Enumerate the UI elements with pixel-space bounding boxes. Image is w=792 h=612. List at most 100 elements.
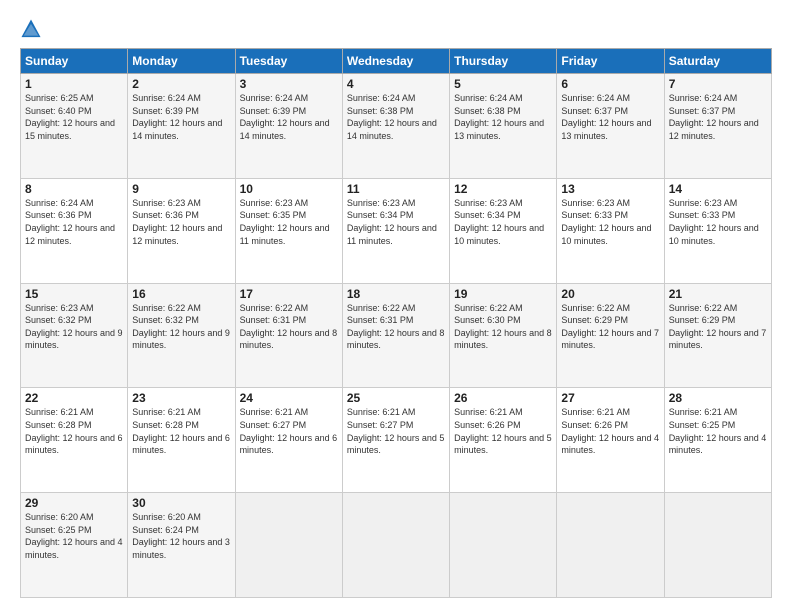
day-info: Sunrise: 6:21 AMSunset: 6:25 PMDaylight:… [669, 406, 767, 456]
weekday-header-saturday: Saturday [664, 49, 771, 74]
day-number: 17 [240, 287, 338, 301]
day-info: Sunrise: 6:25 AMSunset: 6:40 PMDaylight:… [25, 92, 123, 142]
day-info: Sunrise: 6:24 AMSunset: 6:38 PMDaylight:… [454, 92, 552, 142]
logo-icon [20, 18, 42, 40]
calendar-cell: 19Sunrise: 6:22 AMSunset: 6:30 PMDayligh… [450, 283, 557, 388]
day-info: Sunrise: 6:22 AMSunset: 6:31 PMDaylight:… [240, 302, 338, 352]
calendar-cell: 4Sunrise: 6:24 AMSunset: 6:38 PMDaylight… [342, 74, 449, 179]
day-number: 21 [669, 287, 767, 301]
calendar-cell: 18Sunrise: 6:22 AMSunset: 6:31 PMDayligh… [342, 283, 449, 388]
day-info: Sunrise: 6:20 AMSunset: 6:25 PMDaylight:… [25, 511, 123, 561]
day-number: 13 [561, 182, 659, 196]
day-info: Sunrise: 6:24 AMSunset: 6:37 PMDaylight:… [561, 92, 659, 142]
day-number: 24 [240, 391, 338, 405]
calendar-week-1: 1Sunrise: 6:25 AMSunset: 6:40 PMDaylight… [21, 74, 772, 179]
day-number: 22 [25, 391, 123, 405]
day-number: 12 [454, 182, 552, 196]
calendar-week-4: 22Sunrise: 6:21 AMSunset: 6:28 PMDayligh… [21, 388, 772, 493]
day-number: 2 [132, 77, 230, 91]
calendar-cell: 16Sunrise: 6:22 AMSunset: 6:32 PMDayligh… [128, 283, 235, 388]
day-info: Sunrise: 6:23 AMSunset: 6:35 PMDaylight:… [240, 197, 338, 247]
day-info: Sunrise: 6:24 AMSunset: 6:39 PMDaylight:… [240, 92, 338, 142]
day-number: 28 [669, 391, 767, 405]
calendar-cell: 6Sunrise: 6:24 AMSunset: 6:37 PMDaylight… [557, 74, 664, 179]
day-number: 19 [454, 287, 552, 301]
calendar-cell [235, 493, 342, 598]
calendar-cell: 8Sunrise: 6:24 AMSunset: 6:36 PMDaylight… [21, 178, 128, 283]
day-info: Sunrise: 6:21 AMSunset: 6:27 PMDaylight:… [240, 406, 338, 456]
day-info: Sunrise: 6:21 AMSunset: 6:28 PMDaylight:… [132, 406, 230, 456]
calendar-cell: 17Sunrise: 6:22 AMSunset: 6:31 PMDayligh… [235, 283, 342, 388]
calendar-cell: 10Sunrise: 6:23 AMSunset: 6:35 PMDayligh… [235, 178, 342, 283]
day-info: Sunrise: 6:23 AMSunset: 6:34 PMDaylight:… [454, 197, 552, 247]
logo [20, 18, 46, 40]
calendar-cell [664, 493, 771, 598]
day-info: Sunrise: 6:24 AMSunset: 6:36 PMDaylight:… [25, 197, 123, 247]
day-number: 20 [561, 287, 659, 301]
calendar-cell: 28Sunrise: 6:21 AMSunset: 6:25 PMDayligh… [664, 388, 771, 493]
day-number: 18 [347, 287, 445, 301]
day-info: Sunrise: 6:23 AMSunset: 6:33 PMDaylight:… [669, 197, 767, 247]
day-number: 11 [347, 182, 445, 196]
calendar-week-3: 15Sunrise: 6:23 AMSunset: 6:32 PMDayligh… [21, 283, 772, 388]
calendar-cell [450, 493, 557, 598]
day-number: 5 [454, 77, 552, 91]
calendar-week-2: 8Sunrise: 6:24 AMSunset: 6:36 PMDaylight… [21, 178, 772, 283]
calendar-week-5: 29Sunrise: 6:20 AMSunset: 6:25 PMDayligh… [21, 493, 772, 598]
day-number: 3 [240, 77, 338, 91]
calendar-cell: 26Sunrise: 6:21 AMSunset: 6:26 PMDayligh… [450, 388, 557, 493]
calendar-cell: 9Sunrise: 6:23 AMSunset: 6:36 PMDaylight… [128, 178, 235, 283]
calendar-cell [557, 493, 664, 598]
calendar-cell: 5Sunrise: 6:24 AMSunset: 6:38 PMDaylight… [450, 74, 557, 179]
day-number: 16 [132, 287, 230, 301]
calendar-page: SundayMondayTuesdayWednesdayThursdayFrid… [0, 0, 792, 612]
day-number: 10 [240, 182, 338, 196]
calendar-cell: 15Sunrise: 6:23 AMSunset: 6:32 PMDayligh… [21, 283, 128, 388]
calendar-cell: 21Sunrise: 6:22 AMSunset: 6:29 PMDayligh… [664, 283, 771, 388]
day-number: 25 [347, 391, 445, 405]
calendar-cell: 22Sunrise: 6:21 AMSunset: 6:28 PMDayligh… [21, 388, 128, 493]
weekday-header-sunday: Sunday [21, 49, 128, 74]
day-number: 30 [132, 496, 230, 510]
day-number: 14 [669, 182, 767, 196]
calendar-cell: 14Sunrise: 6:23 AMSunset: 6:33 PMDayligh… [664, 178, 771, 283]
calendar-cell: 11Sunrise: 6:23 AMSunset: 6:34 PMDayligh… [342, 178, 449, 283]
weekday-header-wednesday: Wednesday [342, 49, 449, 74]
day-number: 8 [25, 182, 123, 196]
calendar-cell: 24Sunrise: 6:21 AMSunset: 6:27 PMDayligh… [235, 388, 342, 493]
day-number: 4 [347, 77, 445, 91]
day-number: 26 [454, 391, 552, 405]
calendar-cell: 30Sunrise: 6:20 AMSunset: 6:24 PMDayligh… [128, 493, 235, 598]
day-info: Sunrise: 6:22 AMSunset: 6:29 PMDaylight:… [669, 302, 767, 352]
day-info: Sunrise: 6:21 AMSunset: 6:28 PMDaylight:… [25, 406, 123, 456]
weekday-header-thursday: Thursday [450, 49, 557, 74]
day-info: Sunrise: 6:22 AMSunset: 6:29 PMDaylight:… [561, 302, 659, 352]
calendar-cell [342, 493, 449, 598]
calendar-cell: 25Sunrise: 6:21 AMSunset: 6:27 PMDayligh… [342, 388, 449, 493]
day-number: 29 [25, 496, 123, 510]
day-number: 1 [25, 77, 123, 91]
weekday-header-row: SundayMondayTuesdayWednesdayThursdayFrid… [21, 49, 772, 74]
day-number: 15 [25, 287, 123, 301]
calendar-cell: 29Sunrise: 6:20 AMSunset: 6:25 PMDayligh… [21, 493, 128, 598]
calendar-cell: 12Sunrise: 6:23 AMSunset: 6:34 PMDayligh… [450, 178, 557, 283]
day-number: 6 [561, 77, 659, 91]
calendar-cell: 1Sunrise: 6:25 AMSunset: 6:40 PMDaylight… [21, 74, 128, 179]
day-info: Sunrise: 6:24 AMSunset: 6:39 PMDaylight:… [132, 92, 230, 142]
day-info: Sunrise: 6:22 AMSunset: 6:32 PMDaylight:… [132, 302, 230, 352]
day-number: 23 [132, 391, 230, 405]
day-info: Sunrise: 6:23 AMSunset: 6:33 PMDaylight:… [561, 197, 659, 247]
weekday-header-monday: Monday [128, 49, 235, 74]
calendar-cell: 23Sunrise: 6:21 AMSunset: 6:28 PMDayligh… [128, 388, 235, 493]
calendar-cell: 3Sunrise: 6:24 AMSunset: 6:39 PMDaylight… [235, 74, 342, 179]
day-info: Sunrise: 6:21 AMSunset: 6:27 PMDaylight:… [347, 406, 445, 456]
weekday-header-friday: Friday [557, 49, 664, 74]
day-info: Sunrise: 6:22 AMSunset: 6:30 PMDaylight:… [454, 302, 552, 352]
day-info: Sunrise: 6:24 AMSunset: 6:37 PMDaylight:… [669, 92, 767, 142]
calendar-table: SundayMondayTuesdayWednesdayThursdayFrid… [20, 48, 772, 598]
calendar-cell: 27Sunrise: 6:21 AMSunset: 6:26 PMDayligh… [557, 388, 664, 493]
weekday-header-tuesday: Tuesday [235, 49, 342, 74]
calendar-cell: 20Sunrise: 6:22 AMSunset: 6:29 PMDayligh… [557, 283, 664, 388]
calendar-cell: 7Sunrise: 6:24 AMSunset: 6:37 PMDaylight… [664, 74, 771, 179]
page-header [20, 18, 772, 40]
